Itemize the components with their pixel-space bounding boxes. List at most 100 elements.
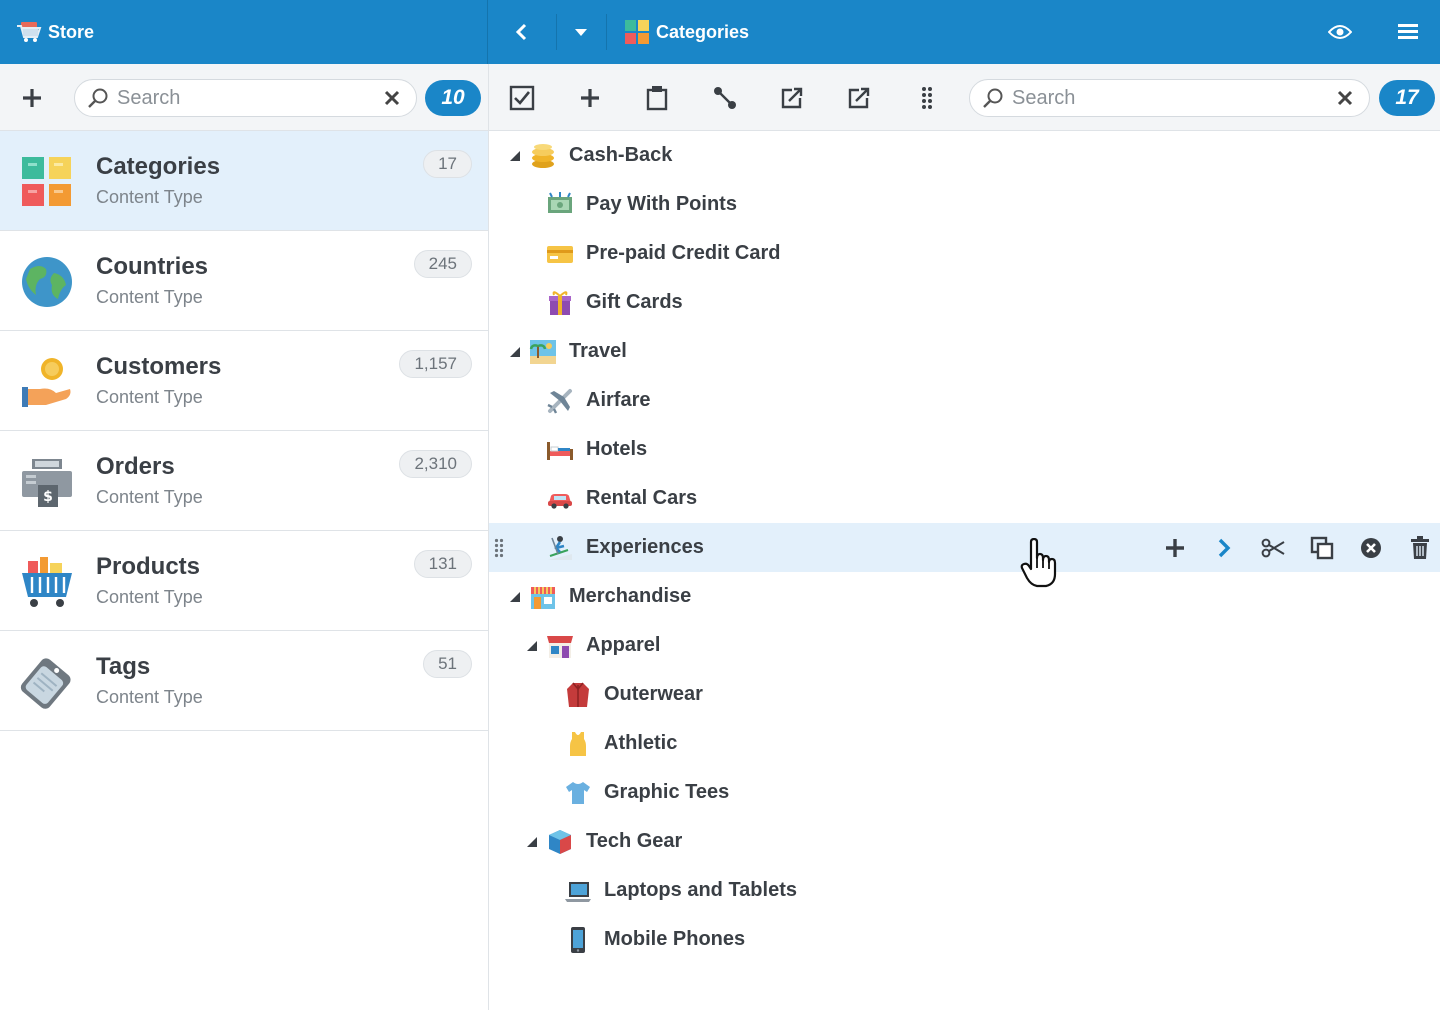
node-label: Apparel bbox=[586, 634, 661, 656]
view-title: Categories bbox=[656, 21, 750, 42]
type-row-categories[interactable]: Categories Content Type 17 bbox=[0, 131, 488, 231]
type-subtitle: Content Type bbox=[96, 487, 203, 507]
duplicate-icon bbox=[1310, 536, 1334, 560]
add-category-button[interactable] bbox=[574, 82, 606, 114]
add-icon bbox=[581, 89, 599, 107]
menu-button[interactable] bbox=[1386, 0, 1430, 64]
tree-node-experiences[interactable]: Experiences bbox=[489, 523, 1440, 572]
phone-icon bbox=[571, 927, 585, 953]
right-search: Search bbox=[969, 79, 1370, 117]
categories-panel: Search 17 Cash-Back Pay With Points Pre-… bbox=[489, 64, 1440, 1010]
back-icon bbox=[515, 23, 527, 41]
tree-node-gift-cards[interactable]: Gift Cards bbox=[489, 278, 1440, 327]
node-label: Graphic Tees bbox=[604, 781, 730, 803]
tree-node-athletic[interactable]: Athletic bbox=[489, 719, 1440, 768]
type-count: 131 bbox=[413, 550, 472, 578]
left-search: Search bbox=[74, 79, 417, 117]
globe-icon bbox=[22, 257, 72, 307]
import-button[interactable] bbox=[843, 82, 875, 114]
type-row-orders[interactable]: $ Orders Content Type 2,310 bbox=[0, 431, 488, 531]
import-icon bbox=[848, 87, 870, 109]
tree-node-hotels[interactable]: Hotels bbox=[489, 425, 1440, 474]
type-row-tags[interactable]: Tags Content Type 51 bbox=[0, 631, 488, 731]
scissors-icon bbox=[1261, 538, 1285, 558]
add-child-button[interactable] bbox=[1162, 535, 1188, 561]
collapse-icon[interactable] bbox=[509, 346, 521, 358]
tree-node-outerwear[interactable]: Outerwear bbox=[489, 670, 1440, 719]
coins-icon bbox=[532, 144, 554, 168]
type-row-countries[interactable]: Countries Content Type 245 bbox=[0, 231, 488, 331]
categories-icon bbox=[22, 157, 71, 206]
credit-card-icon bbox=[547, 246, 573, 263]
select-all-button[interactable] bbox=[506, 82, 538, 114]
node-label: Travel bbox=[569, 340, 627, 362]
tree-node-graphic-tees[interactable]: Graphic Tees bbox=[489, 768, 1440, 817]
type-count: 245 bbox=[413, 250, 472, 278]
tree-node-rental-cars[interactable]: Rental Cars bbox=[489, 474, 1440, 523]
back-button[interactable] bbox=[489, 0, 555, 64]
top-bar: Store Categories bbox=[0, 0, 1440, 64]
clear-icon[interactable] bbox=[382, 88, 402, 108]
type-name: Tags bbox=[96, 653, 151, 680]
box-icon bbox=[549, 830, 571, 854]
basket-icon bbox=[22, 557, 72, 607]
chevron-right-icon bbox=[1218, 538, 1231, 558]
tree-node-airfare[interactable]: Airfare bbox=[489, 376, 1440, 425]
collapse-icon[interactable] bbox=[509, 150, 521, 162]
add-icon bbox=[1166, 539, 1184, 557]
preview-button[interactable] bbox=[1318, 0, 1362, 64]
tree-node-tech-gear[interactable]: Tech Gear bbox=[489, 817, 1440, 866]
bed-icon bbox=[547, 442, 573, 460]
tree-node-laptops-and-tablets[interactable]: Laptops and Tablets bbox=[489, 866, 1440, 915]
type-subtitle: Content Type bbox=[96, 287, 203, 307]
export-button[interactable] bbox=[776, 82, 808, 114]
duplicate-button[interactable] bbox=[1309, 535, 1335, 561]
node-label: Athletic bbox=[604, 732, 678, 754]
right-toolbar: Search 17 bbox=[489, 64, 1440, 131]
remove-button[interactable] bbox=[1358, 535, 1384, 561]
node-label: Rental Cars bbox=[586, 487, 698, 509]
type-name: Customers bbox=[96, 353, 222, 380]
node-label: Mobile Phones bbox=[604, 928, 746, 950]
open-button[interactable] bbox=[1211, 535, 1237, 561]
divider bbox=[606, 14, 607, 50]
type-row-customers[interactable]: Customers Content Type 1,157 bbox=[0, 331, 488, 431]
tree-node-apparel[interactable]: Apparel bbox=[489, 621, 1440, 670]
remove-icon bbox=[1361, 538, 1381, 558]
coat-icon bbox=[567, 682, 589, 707]
collapse-icon[interactable] bbox=[526, 640, 538, 652]
collapse-icon[interactable] bbox=[509, 591, 521, 603]
node-label: Gift Cards bbox=[586, 291, 683, 313]
node-label: Merchandise bbox=[569, 585, 692, 607]
drag-handle-icon[interactable] bbox=[494, 538, 504, 558]
tree-node-mobile-phones[interactable]: Mobile Phones bbox=[489, 915, 1440, 964]
tree-node-cash-back[interactable]: Cash-Back bbox=[489, 131, 1440, 180]
search-input[interactable]: Search bbox=[117, 87, 382, 110]
store-icon bbox=[547, 636, 573, 658]
type-subtitle: Content Type bbox=[96, 587, 203, 607]
content-types-panel: Search 10 Categories Content Type 17 Cou… bbox=[0, 64, 489, 1010]
type-row-products[interactable]: Products Content Type 131 bbox=[0, 531, 488, 631]
type-name: Categories bbox=[96, 153, 221, 180]
node-label: Pay With Points bbox=[586, 193, 737, 215]
add-type-button[interactable] bbox=[18, 84, 46, 112]
connect-button[interactable] bbox=[709, 82, 741, 114]
clear-icon[interactable] bbox=[1335, 88, 1355, 108]
tree-node-travel[interactable]: Travel bbox=[489, 327, 1440, 376]
collapse-icon[interactable] bbox=[526, 836, 538, 848]
view-dropdown-button[interactable] bbox=[557, 0, 605, 64]
cut-button[interactable] bbox=[1260, 535, 1286, 561]
eye-icon bbox=[1328, 25, 1352, 39]
search-input[interactable]: Search bbox=[1012, 87, 1335, 110]
type-subtitle: Content Type bbox=[96, 387, 203, 407]
trash-icon bbox=[1411, 536, 1429, 559]
app-header: Store bbox=[0, 0, 488, 64]
reorder-button[interactable] bbox=[911, 82, 943, 114]
register-icon: $ bbox=[22, 459, 72, 507]
tree-node-merchandise[interactable]: Merchandise bbox=[489, 572, 1440, 621]
node-label: Cash-Back bbox=[569, 144, 673, 166]
tree-node-pre-paid-credit-card[interactable]: Pre-paid Credit Card bbox=[489, 229, 1440, 278]
delete-button[interactable] bbox=[1407, 535, 1433, 561]
tree-node-pay-with-points[interactable]: Pay With Points bbox=[489, 180, 1440, 229]
paste-button[interactable] bbox=[641, 82, 673, 114]
